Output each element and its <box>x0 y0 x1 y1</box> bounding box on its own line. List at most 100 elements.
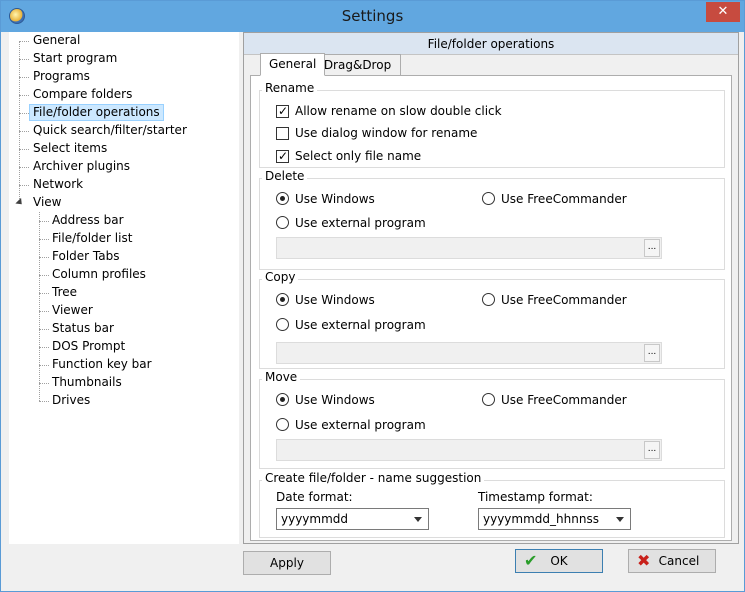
tree-item-tree[interactable]: Tree <box>49 284 80 301</box>
settings-window: Settings ✕ General Start program Program… <box>0 0 745 592</box>
tree-line <box>19 77 29 78</box>
tree-line <box>39 221 49 222</box>
tab-content-general: Rename ✓ Allow rename on slow double cli… <box>250 75 732 541</box>
tree-item-general[interactable]: General <box>30 32 83 49</box>
tree-line <box>19 41 20 203</box>
chevron-down-icon <box>414 517 422 522</box>
checkbox-label: Allow rename on slow double click <box>295 104 502 118</box>
tree-line <box>39 347 49 348</box>
tree-line <box>19 131 29 132</box>
title-bar[interactable]: Settings ✕ <box>1 1 744 32</box>
panel-header: File/folder operations <box>244 33 738 55</box>
date-format-select[interactable]: yyyymmdd <box>276 508 429 530</box>
settings-panel: File/folder operations General Drag&Drop… <box>243 32 739 544</box>
tree-item-view[interactable]: View <box>30 194 64 211</box>
radio-selected-dot <box>280 397 285 402</box>
tree-item-status-bar[interactable]: Status bar <box>49 320 117 337</box>
radio-circle[interactable] <box>276 192 289 205</box>
tree-line <box>39 311 49 312</box>
radio-selected-dot <box>280 196 285 201</box>
timestamp-format-label: Timestamp format: <box>478 490 593 504</box>
ok-button[interactable]: ✔ OK <box>515 549 603 573</box>
checkbox-label: Select only file name <box>295 149 422 163</box>
checkbox-box[interactable]: ✓ <box>276 149 289 163</box>
timestamp-format-value: yyyymmdd_hhnnss <box>483 512 599 526</box>
radio-circle[interactable] <box>276 418 289 431</box>
browse-button[interactable]: ... <box>644 344 660 362</box>
move-external-program-input[interactable]: ... <box>276 439 662 461</box>
tree-line <box>39 293 49 294</box>
rename-group: Rename ✓ Allow rename on slow double cli… <box>259 81 725 168</box>
radio-label: Use Windows <box>295 293 375 307</box>
tree-item-start-program[interactable]: Start program <box>30 50 120 67</box>
radio-circle[interactable] <box>276 318 289 331</box>
apply-button-label: Apply <box>270 556 304 570</box>
close-button[interactable]: ✕ <box>706 2 740 22</box>
tree-item-drives[interactable]: Drives <box>49 392 93 409</box>
checkbox-box[interactable]: ✓ <box>276 104 289 118</box>
ok-button-label: OK <box>550 554 568 568</box>
tree-item-function-key-bar[interactable]: Function key bar <box>49 356 155 373</box>
tree-line <box>39 401 49 402</box>
checkbox-box[interactable] <box>276 127 289 140</box>
tree-line <box>19 149 29 150</box>
apply-button[interactable]: Apply <box>243 551 331 575</box>
radio-label: Use external program <box>295 318 426 332</box>
tree-item-thumbnails[interactable]: Thumbnails <box>49 374 125 391</box>
tree-line <box>39 383 49 384</box>
copy-external-program-input[interactable]: ... <box>276 342 662 364</box>
name-suggestion-group: Create file/folder - name suggestion Dat… <box>259 471 725 538</box>
delete-group-title: Delete <box>262 169 308 183</box>
radio-label: Use FreeCommander <box>501 293 627 307</box>
radio-label: Use external program <box>295 216 426 230</box>
tree-item-file-folder-operations[interactable]: File/folder operations <box>29 104 164 121</box>
delete-external-program-input[interactable]: ... <box>276 237 662 259</box>
copy-group-title: Copy <box>262 270 299 284</box>
radio-label: Use Windows <box>295 393 375 407</box>
browse-button[interactable]: ... <box>644 239 660 257</box>
radio-label: Use FreeCommander <box>501 393 627 407</box>
tree-item-quick-search[interactable]: Quick search/filter/starter <box>30 122 190 139</box>
tree-item-address-bar[interactable]: Address bar <box>49 212 127 229</box>
checkbox-label: Use dialog window for rename <box>295 126 478 140</box>
cancel-button[interactable]: ✖ Cancel <box>628 549 716 573</box>
tree-item-folder-tabs[interactable]: Folder Tabs <box>49 248 122 265</box>
tree-line <box>39 275 49 276</box>
radio-circle[interactable] <box>482 393 495 406</box>
tree-item-file-folder-list[interactable]: File/folder list <box>49 230 135 247</box>
radio-circle[interactable] <box>276 216 289 229</box>
name-suggestion-group-title: Create file/folder - name suggestion <box>262 471 485 485</box>
move-group: Move Use Windows Use FreeCommander Use e… <box>259 370 725 469</box>
tree-item-network[interactable]: Network <box>30 176 86 193</box>
tree-item-archiver-plugins[interactable]: Archiver plugins <box>30 158 133 175</box>
date-format-value: yyyymmdd <box>281 512 349 526</box>
tree-line <box>19 167 29 168</box>
delete-group: Delete Use Windows Use FreeCommander Use… <box>259 169 725 270</box>
tree-item-dos-prompt[interactable]: DOS Prompt <box>49 338 128 355</box>
checkmark-icon: ✓ <box>277 149 289 163</box>
tree-item-column-profiles[interactable]: Column profiles <box>49 266 149 283</box>
radio-circle[interactable] <box>276 293 289 306</box>
tree-item-select-items[interactable]: Select items <box>30 140 110 157</box>
tree-item-programs[interactable]: Programs <box>30 68 93 85</box>
radio-circle[interactable] <box>482 293 495 306</box>
radio-selected-dot <box>280 297 285 302</box>
tree-line <box>39 329 49 330</box>
browse-button[interactable]: ... <box>644 441 660 459</box>
tree-line <box>39 239 49 240</box>
radio-label: Use Windows <box>295 192 375 206</box>
tree-line <box>19 41 29 42</box>
tree-line <box>39 257 49 258</box>
tree-item-compare-folders[interactable]: Compare folders <box>30 86 135 103</box>
tab-general[interactable]: General <box>260 53 326 76</box>
tab-drag-drop[interactable]: Drag&Drop <box>314 54 401 76</box>
radio-circle[interactable] <box>482 192 495 205</box>
tree-line <box>19 59 29 60</box>
radio-circle[interactable] <box>276 393 289 406</box>
radio-label: Use FreeCommander <box>501 192 627 206</box>
tree-line <box>19 95 29 96</box>
collapse-arrow-icon[interactable] <box>15 197 25 208</box>
timestamp-format-select[interactable]: yyyymmdd_hhnnss <box>478 508 631 530</box>
tree-item-viewer[interactable]: Viewer <box>49 302 96 319</box>
settings-tree: General Start program Programs Compare f… <box>9 32 239 544</box>
